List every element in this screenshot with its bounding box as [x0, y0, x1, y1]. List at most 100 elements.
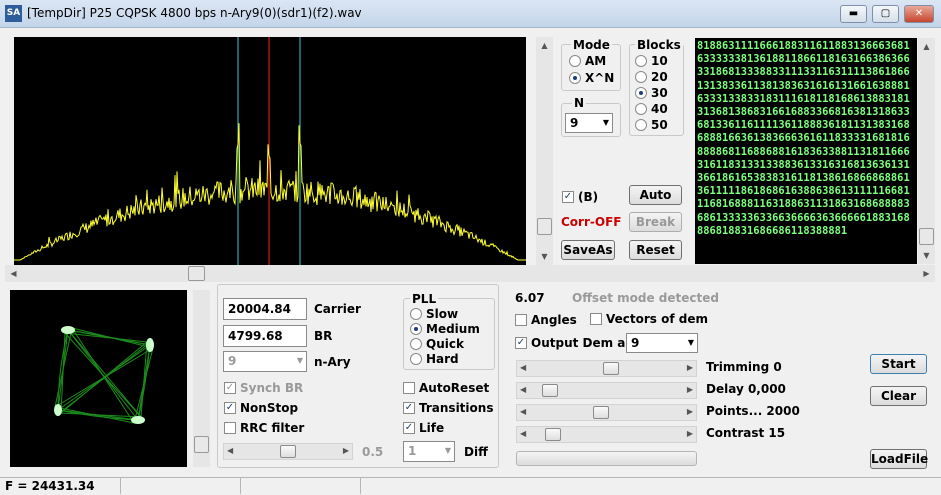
digits-vscrollbar[interactable]: ▲ ▼ — [918, 38, 935, 264]
scroll-up-icon[interactable]: ▲ — [536, 37, 553, 54]
constellation-trace — [54, 327, 154, 424]
carrier-input[interactable]: 20004.84 — [223, 298, 307, 320]
nary-label: n-Ary — [314, 355, 351, 369]
pll-title: PLL — [410, 292, 439, 306]
slider-left-icon[interactable]: ◀ — [227, 446, 233, 455]
corr-status: Corr-OFF — [561, 215, 622, 229]
chevron-down-icon: ▼ — [296, 356, 303, 365]
pll-slow-radio[interactable]: Slow — [410, 307, 458, 321]
break-button[interactable]: Break — [629, 212, 682, 232]
chevron-down-icon: ▼ — [444, 446, 451, 455]
status-separator — [240, 478, 241, 494]
scroll-down-icon[interactable]: ▼ — [536, 248, 553, 265]
param-slider-thumb[interactable] — [593, 406, 610, 419]
rrc-value: 0.5 — [362, 445, 384, 459]
spectrum-hscrollbar[interactable]: ◀ ▶ — [5, 265, 935, 282]
autoreset-checkbox[interactable]: AutoReset — [403, 381, 489, 395]
scroll-left-icon[interactable]: ◀ — [5, 265, 22, 282]
status-separator — [120, 478, 121, 494]
mode-am-radio[interactable]: AM — [569, 54, 606, 68]
blocks-50-radio[interactable]: 50 — [635, 118, 668, 132]
blocks-10-radio[interactable]: 10 — [635, 54, 668, 68]
scroll-thumb[interactable] — [537, 218, 552, 235]
rrc-filter-checkbox[interactable]: RRC filter — [224, 421, 304, 435]
diff-select[interactable]: 1 ▼ — [403, 441, 455, 462]
slider-left-icon[interactable]: ◀ — [520, 429, 526, 438]
frequency-readout: F = 24431.34 — [5, 479, 95, 493]
offset-message: Offset mode detected — [572, 291, 719, 305]
clear-button[interactable]: Clear — [870, 386, 927, 406]
br-label: BR — [314, 329, 333, 343]
rrc-slider-thumb[interactable] — [280, 445, 296, 458]
demod-digits-output[interactable]: 8188631111666188311611883136663681633333… — [695, 38, 917, 264]
synch-br-checkbox[interactable]: ✓ Synch BR — [224, 381, 303, 395]
loadfile-button[interactable]: LoadFile — [870, 449, 928, 469]
delay-label: Delay 0,000 — [706, 382, 786, 396]
close-button[interactable]: ✕ — [904, 5, 934, 23]
nonstop-checkbox[interactable]: ✓ NonStop — [224, 401, 298, 415]
maximize-button[interactable]: ▢ — [872, 5, 899, 23]
reset-button[interactable]: Reset — [629, 240, 682, 260]
auto-button[interactable]: Auto — [629, 185, 682, 205]
mode-xn-radio[interactable]: X^N — [569, 71, 614, 85]
slider-left-icon[interactable]: ◀ — [520, 363, 526, 372]
slider-left-icon[interactable]: ◀ — [520, 407, 526, 416]
chevron-down-icon: ▼ — [602, 118, 609, 127]
rrc-slider[interactable]: ◀ ▶ — [223, 443, 353, 460]
spectrum-display[interactable] — [14, 37, 526, 266]
life-checkbox[interactable]: ✓ Life — [403, 421, 444, 435]
slider-right-icon[interactable]: ▶ — [687, 363, 693, 372]
param-slider-3[interactable]: ◀ ▶ — [516, 426, 697, 443]
n-select[interactable]: 9 ▼ — [565, 113, 613, 133]
scroll-thumb[interactable] — [194, 436, 209, 453]
slider-right-icon[interactable]: ▶ — [687, 385, 693, 394]
blocks-20-radio[interactable]: 20 — [635, 70, 668, 84]
status-bar: F = 24431.34 — [0, 477, 941, 495]
window-title: [TempDir] P25 CQPSK 4800 bps n-Ary9(0)(s… — [27, 6, 362, 20]
vectors-checkbox[interactable]: Vectors of dem — [590, 312, 708, 326]
spectrum-vscrollbar[interactable]: ▲ ▼ — [536, 37, 553, 265]
hscroll-thumb[interactable] — [188, 266, 205, 281]
trimming-label: Trimming 0 — [706, 360, 782, 374]
slider-right-icon[interactable]: ▶ — [687, 407, 693, 416]
constellation-display — [10, 290, 187, 467]
param-slider-thumb[interactable] — [541, 384, 558, 397]
blocks-30-radio[interactable]: 30 — [635, 86, 668, 100]
diff-label: Diff — [464, 445, 488, 459]
scroll-up-icon[interactable]: ▲ — [918, 38, 935, 55]
param-slider-0[interactable]: ◀ ▶ — [516, 360, 697, 377]
offset-value: 6.07 — [515, 291, 545, 305]
scroll-right-icon[interactable]: ▶ — [918, 265, 935, 282]
nary-select[interactable]: 9 ▼ — [223, 351, 307, 372]
pll-hard-radio[interactable]: Hard — [410, 352, 459, 366]
slider-right-icon[interactable]: ▶ — [343, 446, 349, 455]
slider-left-icon[interactable]: ◀ — [520, 385, 526, 394]
mode-title: Mode — [571, 38, 612, 52]
blocks-40-radio[interactable]: 40 — [635, 102, 668, 116]
b-checkbox[interactable]: ✓ (B) — [562, 190, 598, 204]
pll-quick-radio[interactable]: Quick — [410, 337, 464, 351]
angles-checkbox[interactable]: Angles — [515, 313, 577, 327]
br-input[interactable]: 4799.68 — [223, 325, 307, 347]
output-dem-checkbox[interactable]: ✓ Output Dem as — [515, 336, 633, 350]
pll-medium-radio[interactable]: Medium — [410, 322, 480, 336]
saveas-button[interactable]: SaveAs — [561, 240, 615, 260]
start-button[interactable]: Start — [870, 354, 927, 374]
chevron-down-icon: ▼ — [687, 338, 694, 347]
param-slider-thumb[interactable] — [544, 428, 561, 441]
param-slider-thumb[interactable] — [602, 362, 619, 375]
slider-right-icon[interactable]: ▶ — [687, 429, 693, 438]
transitions-checkbox[interactable]: ✓ Transitions — [403, 401, 493, 415]
spectrum-trace — [14, 123, 526, 261]
output-dem-select[interactable]: 9 ▼ — [626, 333, 698, 353]
contrast-label: Contrast 15 — [706, 426, 786, 440]
param-slider-1[interactable]: ◀ ▶ — [516, 382, 697, 399]
scroll-down-icon[interactable]: ▼ — [918, 247, 935, 264]
param-slider-2[interactable]: ◀ ▶ — [516, 404, 697, 421]
title-bar: SA [TempDir] P25 CQPSK 4800 bps n-Ary9(0… — [0, 0, 941, 28]
minimize-button[interactable]: ▬ — [840, 5, 867, 23]
constellation-vscrollbar[interactable] — [193, 290, 210, 467]
status-separator — [360, 478, 361, 494]
blocks-title: Blocks — [635, 38, 683, 52]
scroll-thumb[interactable] — [919, 228, 934, 245]
